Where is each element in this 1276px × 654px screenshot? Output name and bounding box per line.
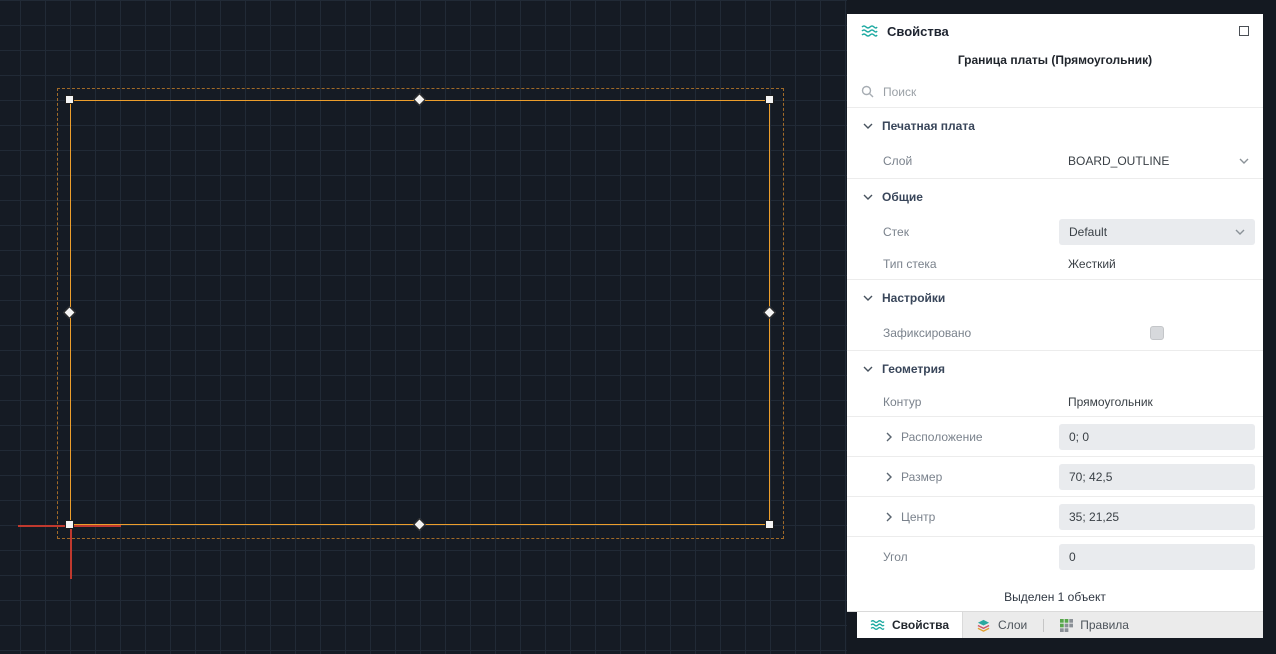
stack-value: Default (1069, 225, 1107, 239)
chevron-down-icon (863, 295, 873, 301)
panel-tabbar: Свойства Слои Правила (847, 611, 1263, 638)
chevron-down-icon (863, 194, 873, 200)
panel-title: Свойства (887, 24, 949, 39)
center-value: 35; 21,25 (1069, 510, 1119, 524)
section-header-board[interactable]: Печатная плата (847, 108, 1263, 144)
property-row-stack-type: Тип стека Жесткий (847, 249, 1263, 279)
section-title-board: Печатная плата (882, 119, 975, 133)
properties-icon (870, 619, 885, 631)
handle-se[interactable] (765, 520, 774, 529)
stack-select[interactable]: Default (1059, 219, 1255, 245)
handle-ne[interactable] (765, 95, 774, 104)
layer-label: Слой (883, 154, 912, 168)
section-settings: Настройки Зафиксировано (847, 279, 1263, 350)
section-title-geometry: Геометрия (882, 362, 945, 376)
chevron-right-icon[interactable] (886, 472, 892, 482)
angle-input[interactable]: 0 (1059, 544, 1255, 570)
size-input[interactable]: 70; 42,5 (1059, 464, 1255, 490)
section-header-general[interactable]: Общие (847, 179, 1263, 215)
search-bar (847, 76, 1263, 108)
property-row-contour: Контур Прямоугольник (847, 387, 1263, 417)
rules-icon (1060, 619, 1073, 632)
section-geometry: Геометрия Контур Прямоугольник Расположе… (847, 350, 1263, 577)
section-header-settings[interactable]: Настройки (847, 280, 1263, 316)
layer-dropdown[interactable]: BOARD_OUTLINE (1059, 154, 1249, 168)
stack-label: Стек (883, 225, 909, 239)
chevron-down-icon (1235, 229, 1245, 235)
panel-header: Свойства (847, 14, 1263, 48)
properties-icon (861, 24, 878, 38)
property-row-fixed: Зафиксировано (847, 316, 1263, 350)
chevron-down-icon (863, 366, 873, 372)
tab-rules-label: Правила (1080, 618, 1129, 632)
location-value: 0; 0 (1069, 430, 1089, 444)
selection-status: Выделен 1 объект (847, 590, 1263, 604)
handle-sw[interactable] (65, 520, 74, 529)
board-outline-rect[interactable] (70, 100, 770, 525)
angle-label: Угол (883, 550, 908, 564)
tab-rules[interactable]: Правила (1047, 612, 1142, 638)
chevron-right-icon[interactable] (886, 432, 892, 442)
size-label: Размер (901, 470, 942, 484)
location-label: Расположение (901, 430, 983, 444)
origin-crosshair-vertical (70, 526, 72, 579)
center-label: Центр (901, 510, 935, 524)
angle-value: 0 (1069, 550, 1076, 564)
fixed-label: Зафиксировано (883, 326, 971, 340)
float-window-button[interactable] (1239, 26, 1249, 36)
center-input[interactable]: 35; 21,25 (1059, 504, 1255, 530)
chevron-down-icon (1239, 158, 1249, 164)
tab-layers-label: Слои (998, 618, 1027, 632)
chevron-down-icon (863, 123, 873, 129)
tab-properties-label: Свойства (892, 618, 949, 632)
canvas-corner-notch (847, 612, 857, 638)
property-row-location: Расположение 0; 0 (847, 417, 1263, 457)
layers-icon (976, 619, 991, 632)
section-header-geometry[interactable]: Геометрия (847, 351, 1263, 387)
property-row-angle: Угол 0 (847, 537, 1263, 577)
handle-nw[interactable] (65, 95, 74, 104)
pcb-canvas[interactable] (0, 0, 847, 654)
size-value: 70; 42,5 (1069, 470, 1112, 484)
fixed-checkbox[interactable] (1150, 326, 1164, 340)
search-icon (861, 85, 874, 98)
properties-panel: Свойства Граница платы (Прямоугольник) П… (847, 14, 1263, 638)
property-row-stack: Стек Default (847, 215, 1263, 249)
contour-value: Прямоугольник (1068, 395, 1153, 409)
location-input[interactable]: 0; 0 (1059, 424, 1255, 450)
tab-separator (1043, 619, 1044, 632)
stack-type-label: Тип стека (883, 257, 937, 271)
selected-object-title: Граница платы (Прямоугольник) (847, 48, 1263, 76)
contour-label: Контур (883, 395, 921, 409)
tab-properties[interactable]: Свойства (857, 612, 963, 638)
property-row-layer: Слой BOARD_OUTLINE (847, 144, 1263, 178)
section-general: Общие Стек Default Тип стека Жесткий (847, 178, 1263, 279)
section-board: Печатная плата Слой BOARD_OUTLINE (847, 108, 1263, 178)
layer-value: BOARD_OUTLINE (1059, 154, 1169, 168)
chevron-right-icon[interactable] (886, 512, 892, 522)
section-title-general: Общие (882, 190, 923, 204)
tab-layers[interactable]: Слои (963, 612, 1040, 638)
search-input[interactable] (883, 85, 1249, 99)
stack-type-value: Жесткий (1068, 257, 1116, 271)
section-title-settings: Настройки (882, 291, 945, 305)
property-row-size: Размер 70; 42,5 (847, 457, 1263, 497)
property-row-center: Центр 35; 21,25 (847, 497, 1263, 537)
